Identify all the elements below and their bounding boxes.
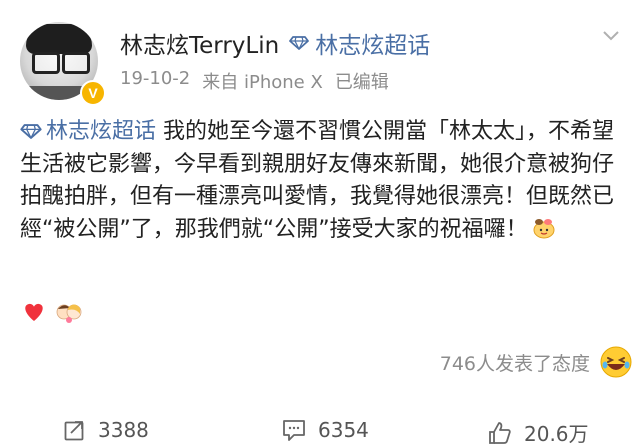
comment-icon <box>283 420 305 441</box>
supertopic-link[interactable]: 林志炫超话 <box>289 26 430 60</box>
verified-badge-icon: V <box>80 80 106 106</box>
action-bar: 3388 6354 20.6万 <box>0 412 640 446</box>
post-meta: 19-10-2 来自 iPhone X 已编辑 <box>120 68 389 94</box>
heart-emoji-icon <box>25 303 43 321</box>
post-source: 来自 iPhone X <box>202 72 323 93</box>
reaction-summary[interactable]: 746人发表了态度 <box>440 346 632 378</box>
emoji-row <box>22 300 82 324</box>
author-row: 林志炫TerryLin 林志炫超话 <box>120 26 430 60</box>
like-count: 20.6万 <box>524 422 589 446</box>
supertopic-diamond-icon <box>20 124 42 139</box>
supertopic-link-label: 林志炫超话 <box>315 33 431 59</box>
reaction-count-label: 746人发表了态度 <box>439 352 590 375</box>
laughing-emoji-icon <box>600 346 632 378</box>
author-name[interactable]: 林志炫TerryLin <box>120 26 279 60</box>
post-body: 林志炫超话 我的她至今還不習慣公開當「林太太」，不希望生活被它影響，今早看到親朋… <box>20 116 620 246</box>
edited-label[interactable]: 已编辑 <box>335 68 389 94</box>
chevron-down-icon[interactable] <box>602 30 620 42</box>
comment-count: 6354 <box>318 418 369 442</box>
repost-icon <box>64 421 84 441</box>
hug-emoji-icon <box>533 218 555 238</box>
repost-button[interactable]: 3388 <box>64 418 149 442</box>
repost-count: 3388 <box>98 418 149 442</box>
comment-button[interactable]: 6354 <box>282 418 369 442</box>
like-icon <box>489 421 511 444</box>
topic-tag-label: 林志炫超话 <box>46 119 157 144</box>
topic-tag[interactable]: 林志炫超话 <box>20 119 156 144</box>
like-button[interactable]: 20.6万 <box>488 418 589 447</box>
post-header: V 林志炫TerryLin 林志炫超话 19-10-2 来自 iPhone X … <box>20 18 620 106</box>
couple-emoji-icon <box>56 304 82 323</box>
supertopic-diamond-icon <box>289 36 310 50</box>
post-date: 19-10-2 <box>120 68 191 89</box>
